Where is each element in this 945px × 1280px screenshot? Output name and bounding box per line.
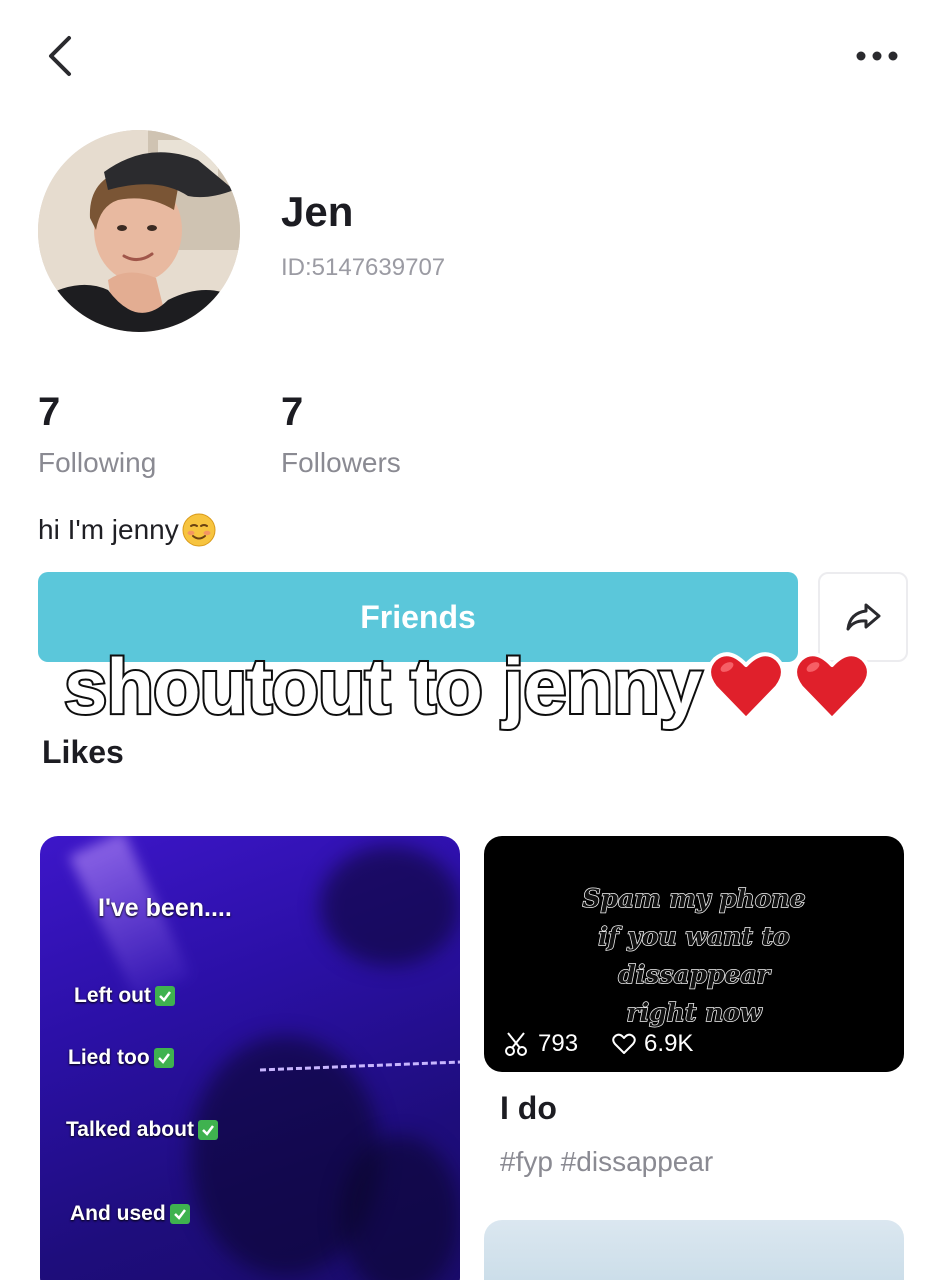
overlay-line-5: And used: [70, 1202, 190, 1226]
video-overlay-line: right now: [626, 997, 762, 1028]
video-overlay-text: Spam my phone if you want to dissappear …: [484, 880, 904, 1032]
check-mark-icon: [169, 1204, 190, 1224]
following-count: 7: [38, 390, 61, 434]
video-stats: 793 6.9K: [504, 1030, 693, 1058]
liked-video-card[interactable]: [484, 1220, 904, 1280]
top-bar: [0, 0, 945, 110]
heart-outline-icon: [612, 1033, 636, 1054]
likes-section-title: Likes: [42, 734, 124, 770]
user-id: ID:5147639707: [281, 254, 446, 281]
overlay-line-5-text: And used: [70, 1202, 166, 1225]
overlay-line-2: Left out: [74, 984, 175, 1008]
overlay-line-4: Talked about: [66, 1118, 218, 1142]
liked-video-card[interactable]: Spam my phone if you want to dissappear …: [484, 836, 904, 1072]
caption-text: shoutout to jenny: [62, 640, 704, 732]
video-title[interactable]: I do: [500, 1090, 557, 1127]
check-mark-icon: [154, 986, 175, 1006]
scissors-icon: [505, 1032, 527, 1056]
followers-count: 7: [281, 390, 304, 434]
check-mark-icon: [153, 1048, 174, 1068]
liked-video-card[interactable]: I've been.... Left out Lied too Talked a…: [40, 836, 460, 1280]
avatar[interactable]: [38, 130, 240, 332]
overlay-line-1-text: I've been....: [98, 894, 232, 922]
overlay-line-3: Lied too: [68, 1046, 174, 1070]
overlay-line-4-text: Talked about: [66, 1118, 194, 1141]
chevron-left-icon: [49, 36, 71, 76]
red-heart-emoji-icon: [707, 652, 786, 721]
red-heart-emoji-icon: [793, 652, 872, 721]
smiling-face-emoji-icon: [182, 513, 216, 547]
like-count: 6.9K: [644, 1030, 694, 1057]
video-overlay-line: if you want to: [598, 921, 791, 952]
overlay-line-2-text: Left out: [74, 984, 151, 1007]
video-hashtags[interactable]: #fyp #dissappear: [500, 1146, 713, 1178]
check-mark-icon: [197, 1120, 218, 1140]
overlay-line-3-text: Lied too: [68, 1046, 150, 1069]
avatar-photo: [38, 130, 240, 332]
followers-stat[interactable]: 7 Followers: [281, 390, 401, 479]
followers-label: Followers: [281, 447, 401, 478]
bio-text: hi I'm jenny: [38, 514, 179, 545]
bio: hi I'm jenny: [38, 512, 217, 548]
overlay-line-1: I've been....: [98, 894, 232, 923]
video-overlay-line: Spam my phone: [582, 883, 807, 914]
video-overlay-line: dissappear: [617, 959, 770, 990]
overlay-caption: shoutout to jenny: [62, 636, 873, 736]
cut-count: 793: [538, 1030, 579, 1057]
more-options-button[interactable]: [849, 40, 905, 72]
ellipsis-icon: [856, 51, 898, 61]
following-stat[interactable]: 7 Following: [38, 390, 156, 479]
back-button[interactable]: [36, 30, 84, 82]
share-arrow-icon: [846, 603, 881, 631]
following-label: Following: [38, 447, 157, 478]
display-name: Jen: [281, 188, 354, 235]
